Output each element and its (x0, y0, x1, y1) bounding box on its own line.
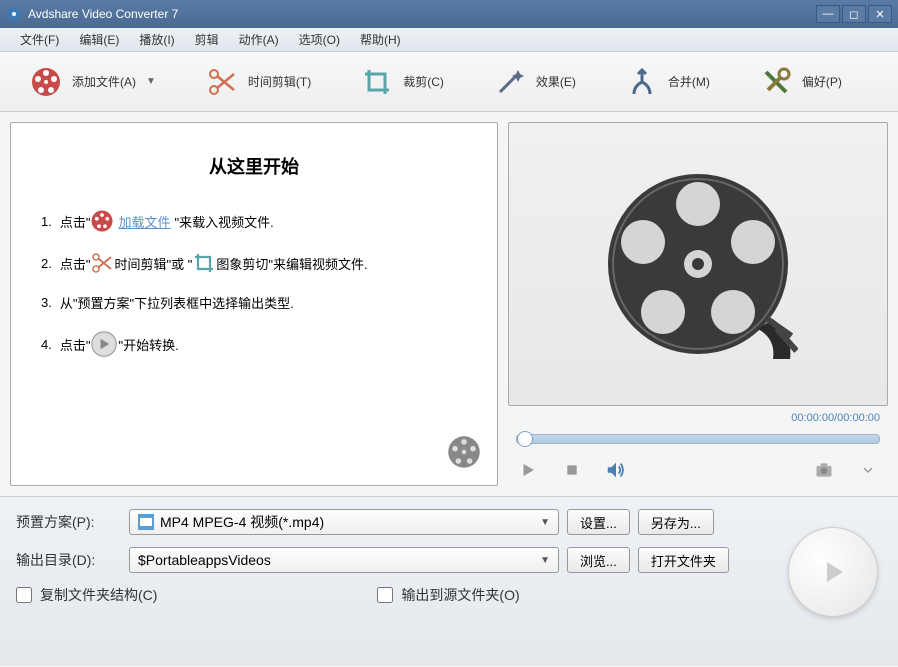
app-icon (6, 6, 22, 22)
copy-structure-input[interactable] (16, 587, 32, 603)
maximize-button[interactable]: ◻ (842, 5, 866, 23)
menu-action[interactable]: 动作(A) (229, 31, 289, 48)
menu-help[interactable]: 帮助(H) (350, 31, 411, 48)
time-trim-button[interactable]: 时间剪辑(T) (206, 66, 311, 98)
tools-icon (760, 66, 792, 98)
video-preview (508, 122, 888, 406)
convert-icon (90, 330, 118, 358)
menu-file[interactable]: 文件(F) (10, 31, 69, 48)
time-trim-label: 时间剪辑(T) (248, 73, 311, 90)
expand-button[interactable] (856, 458, 880, 482)
menu-clip[interactable]: 剪辑 (185, 31, 229, 48)
menu-options[interactable]: 选项(O) (289, 31, 350, 48)
scissors-icon (206, 66, 238, 98)
stop-icon (565, 463, 579, 477)
play-button[interactable] (516, 458, 540, 482)
output-label: 输出目录(D): (16, 550, 121, 570)
titlebar: Avdshare Video Converter 7 — ◻ ✕ (0, 0, 898, 28)
effect-button[interactable]: 效果(E) (494, 66, 576, 98)
film-reel-icon (90, 209, 114, 233)
snapshot-button[interactable] (812, 458, 836, 482)
output-source-checkbox[interactable]: 输出到源文件夹(O) (377, 585, 519, 605)
browse-button[interactable]: 浏览... (567, 547, 630, 573)
output-panel: 预置方案(P): MP4 MPEG-4 视频(*.mp4) ▼ 设置... 另存… (0, 496, 898, 666)
merge-icon (626, 66, 658, 98)
menu-edit[interactable]: 编辑(E) (69, 31, 129, 48)
prefs-label: 偏好(P) (802, 73, 842, 90)
mp4-icon (138, 514, 154, 530)
chevron-down-icon (860, 462, 876, 478)
step-4: 4. 点击" "开始转换. (41, 330, 467, 358)
film-reel-icon (30, 66, 62, 98)
output-source-input[interactable] (377, 587, 393, 603)
chevron-down-icon: ▼ (540, 517, 550, 528)
preset-label: 预置方案(P): (16, 512, 121, 532)
add-file-button[interactable]: 添加文件(A) ▼ (30, 66, 156, 98)
camera-icon (814, 460, 834, 480)
crop-button[interactable]: 裁剪(C) (361, 66, 444, 98)
play-icon (519, 461, 537, 479)
time-display: 00:00:00 / 00:00:00 (508, 412, 888, 424)
output-path-select[interactable]: $PortableappsVideos ▼ (129, 547, 559, 573)
effect-label: 效果(E) (536, 73, 576, 90)
prefs-button[interactable]: 偏好(P) (760, 66, 842, 98)
player-controls (508, 454, 888, 486)
seek-bar[interactable] (516, 434, 880, 444)
minimize-button[interactable]: — (816, 5, 840, 23)
close-button[interactable]: ✕ (868, 5, 892, 23)
app-title: Avdshare Video Converter 7 (28, 7, 816, 21)
saveas-button[interactable]: 另存为... (638, 509, 714, 535)
chevron-down-icon: ▼ (540, 555, 550, 566)
start-panel: 从这里开始 1. 点击" 加载文件 "来载入视频文件. 2. 点击" 时间剪辑 … (10, 122, 498, 486)
step-3: 3. 从"预置方案"下拉列表框中选择输出类型. (41, 293, 467, 312)
crop-label: 裁剪(C) (403, 73, 444, 90)
step-1: 1. 点击" 加载文件 "来载入视频文件. (41, 209, 467, 233)
toolbar: 添加文件(A) ▼ 时间剪辑(T) 裁剪(C) 效果(E) 合并(M) 偏好(P… (0, 52, 898, 112)
play-icon (813, 552, 853, 592)
preset-select[interactable]: MP4 MPEG-4 视频(*.mp4) ▼ (129, 509, 559, 535)
merge-label: 合并(M) (668, 73, 710, 90)
preview-panel: 00:00:00 / 00:00:00 (508, 122, 888, 486)
convert-button[interactable] (788, 527, 878, 617)
open-folder-button[interactable]: 打开文件夹 (638, 547, 729, 573)
volume-button[interactable] (604, 458, 628, 482)
menubar: 文件(F) 编辑(E) 播放(I) 剪辑 动作(A) 选项(O) 帮助(H) (0, 28, 898, 52)
load-file-link[interactable]: 加载文件 (118, 212, 170, 231)
reel-decoration-icon (446, 434, 482, 470)
settings-button[interactable]: 设置... (567, 509, 630, 535)
scissors-icon (90, 251, 114, 275)
chevron-down-icon: ▼ (146, 76, 156, 87)
crop-icon (361, 66, 393, 98)
volume-icon (605, 459, 627, 481)
wand-icon (494, 66, 526, 98)
seek-thumb[interactable] (517, 431, 533, 447)
copy-structure-checkbox[interactable]: 复制文件夹结构(C) (16, 585, 157, 605)
large-reel-icon (598, 164, 798, 364)
add-file-label: 添加文件(A) (72, 73, 136, 90)
menu-play[interactable]: 播放(I) (129, 31, 184, 48)
stop-button[interactable] (560, 458, 584, 482)
crop-icon (192, 251, 216, 275)
start-title: 从这里开始 (41, 153, 467, 179)
merge-button[interactable]: 合并(M) (626, 66, 710, 98)
step-2: 2. 点击" 时间剪辑 "或 " 图象剪切 "来编辑视频文件. (41, 251, 467, 275)
